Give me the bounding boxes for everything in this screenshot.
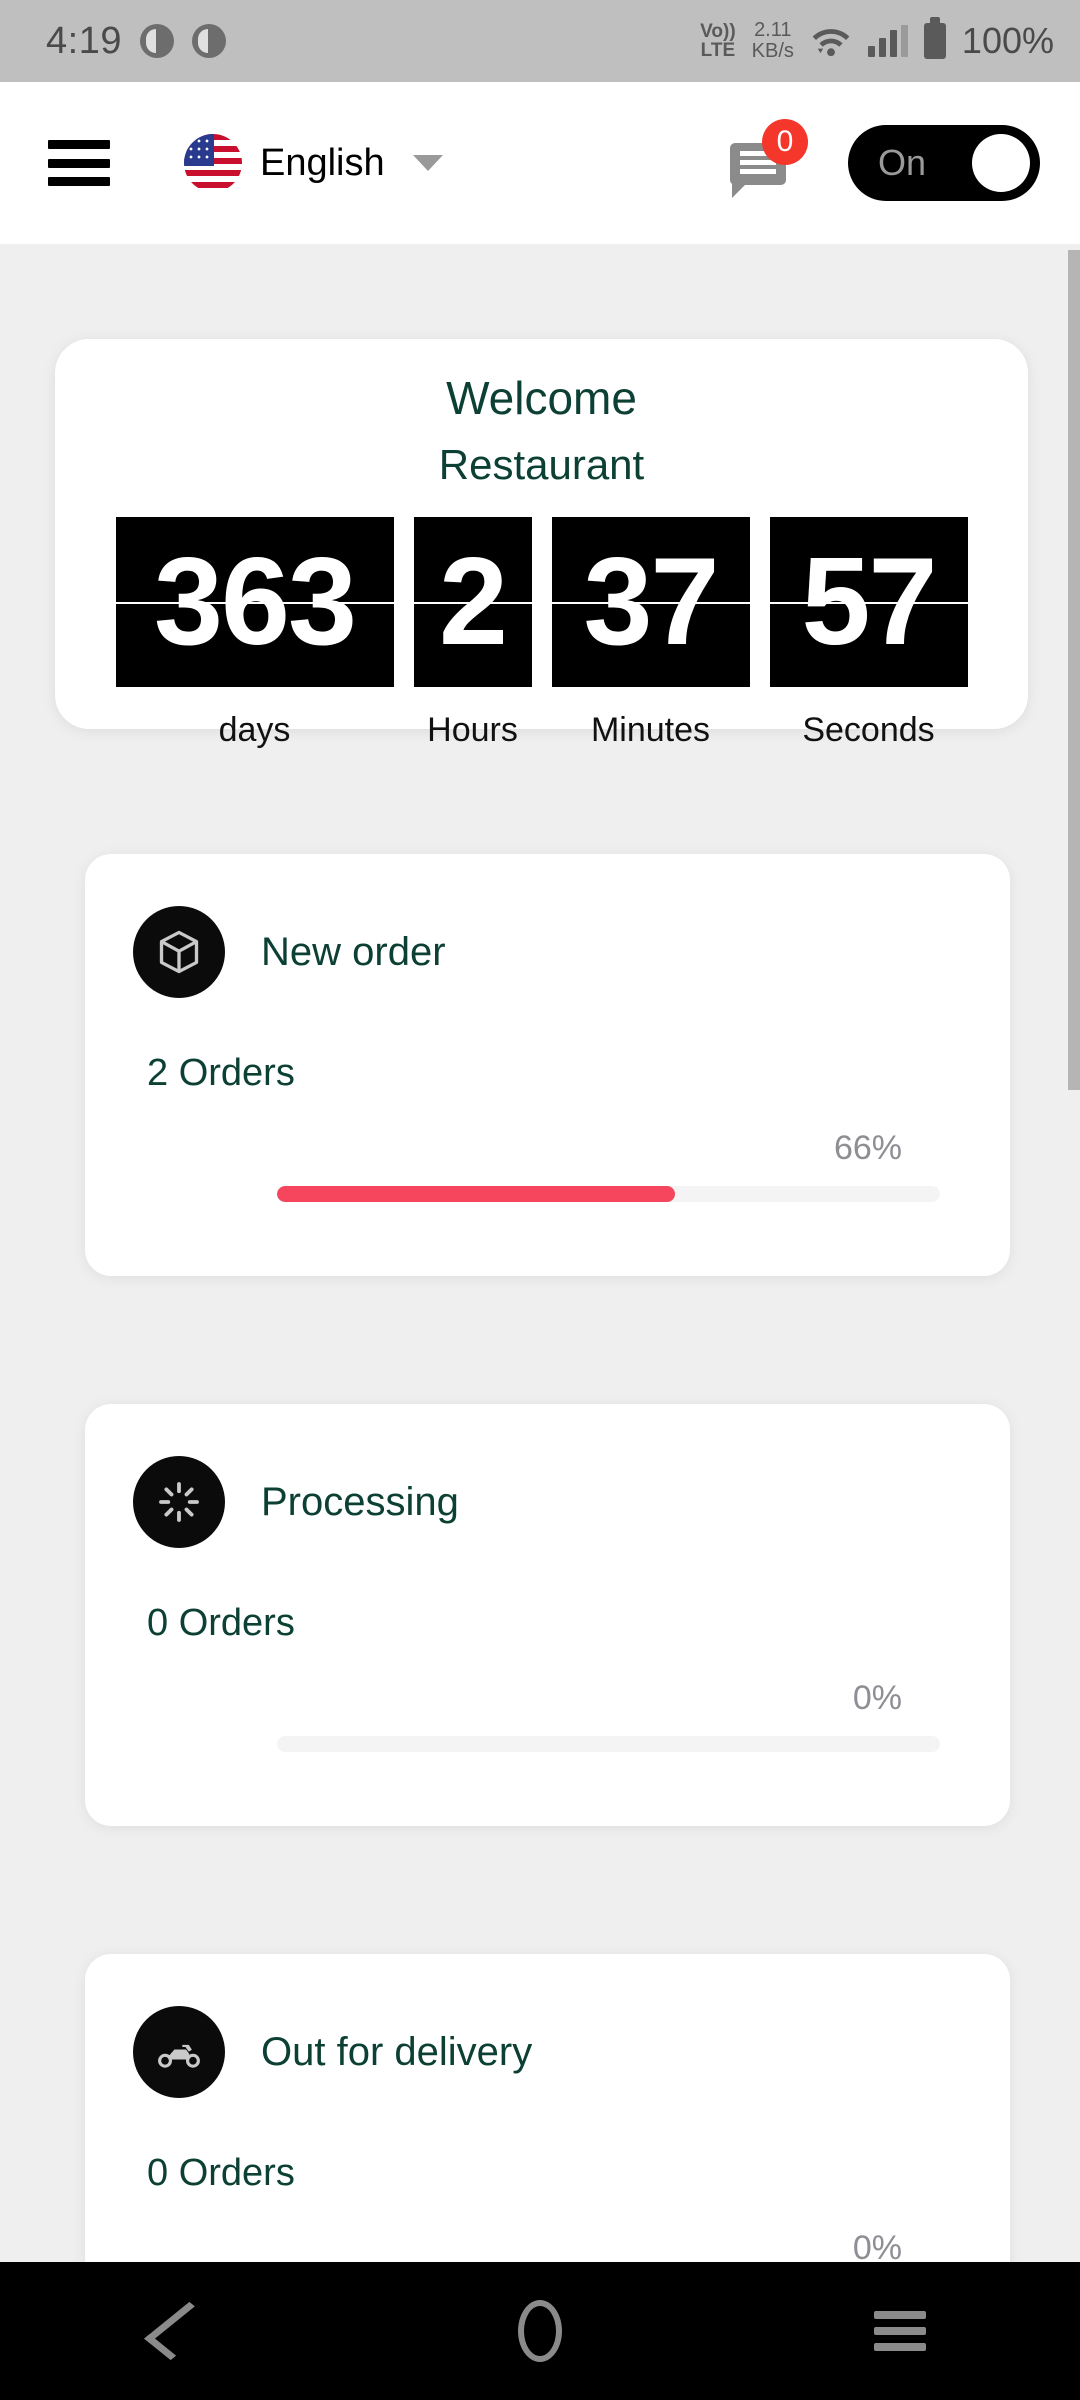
chevron-down-icon	[412, 155, 443, 171]
countdown-label-seconds: Seconds	[802, 711, 935, 749]
volte-bottom-label: LTE	[700, 40, 736, 61]
recents-icon	[874, 2311, 926, 2351]
home-icon	[518, 2300, 562, 2362]
volte-top-label: Vo))	[700, 21, 736, 42]
scrollbar-thumb[interactable]	[1068, 250, 1080, 1090]
hamburger-menu-icon[interactable]	[48, 140, 110, 186]
phone-screen: 4:19 Vo)) LTE 2.11 KB/s 100% English 0 O…	[0, 0, 1080, 2400]
countdown-unit-hours: 2 Hours	[413, 517, 532, 750]
card-title: Processing	[261, 1479, 459, 1524]
language-label: English	[260, 141, 385, 184]
card-progress-track	[277, 1736, 940, 1752]
box-3d-icon	[133, 906, 225, 998]
chat-button[interactable]: 0	[728, 119, 808, 198]
notification-dot-icon-2	[191, 24, 226, 58]
language-selector[interactable]: English	[184, 134, 443, 192]
notification-dot-icon-1	[139, 24, 174, 58]
countdown-value-hours: 2	[439, 533, 508, 671]
subscription-countdown: 363 days 2 Hours 37 Minutes 57 Seconds	[55, 517, 1028, 750]
countdown-label-days: days	[218, 711, 291, 749]
nav-recents-button[interactable]	[720, 2262, 1080, 2400]
card-header: Processing	[85, 1404, 1010, 1548]
back-icon	[144, 2301, 216, 2361]
card-title: New order	[261, 929, 446, 974]
welcome-title: Welcome	[446, 372, 637, 424]
status-bar-right: Vo)) LTE 2.11 KB/s 100%	[700, 17, 1054, 62]
order-status-card-new-order[interactable]: New order 2 Orders 66%	[85, 854, 1010, 1276]
card-title: Out for delivery	[261, 2029, 533, 2074]
status-clock: 4:19	[46, 19, 122, 62]
countdown-label-minutes: Minutes	[590, 711, 711, 749]
countdown-box-hours: 2	[413, 517, 532, 687]
welcome-subtitle: Restaurant	[438, 441, 645, 488]
order-status-card-out-for-delivery[interactable]: Out for delivery 0 Orders 0%	[85, 1954, 1010, 2262]
countdown-unit-minutes: 37 Minutes	[551, 517, 750, 750]
card-progress: 0%	[85, 1679, 1010, 1752]
card-progress-track	[277, 1186, 940, 1202]
header-actions: 0 On	[728, 119, 1040, 201]
countdown-value-days: 363	[154, 533, 357, 671]
countdown-box-days: 363	[115, 517, 394, 687]
spinner-icon	[133, 1456, 225, 1548]
network-speed-value: 2.11	[754, 19, 792, 41]
countdown-box-seconds: 57	[769, 517, 968, 687]
volte-icon: Vo)) LTE	[700, 22, 736, 60]
nav-back-button[interactable]	[0, 2262, 360, 2400]
status-bar-left: 4:19	[46, 20, 226, 63]
card-percent-label: 0%	[852, 2229, 902, 2262]
card-percent-label: 0%	[852, 1679, 902, 1717]
chat-badge-count: 0	[762, 119, 808, 165]
card-percent-label: 66%	[833, 1129, 902, 1167]
countdown-label-hours: Hours	[427, 711, 518, 749]
battery-icon	[923, 17, 946, 59]
countdown-value-seconds: 57	[801, 533, 938, 671]
card-order-count: 0 Orders	[147, 1602, 295, 1644]
nav-home-button[interactable]	[360, 2262, 720, 2400]
card-header: New order	[85, 854, 1010, 998]
motorcycle-icon	[133, 2006, 225, 2098]
system-navigation-bar	[0, 2262, 1080, 2400]
status-bar: 4:19 Vo)) LTE 2.11 KB/s 100%	[0, 0, 1080, 82]
app-header: English 0 On	[0, 82, 1080, 244]
battery-percent-label: 100%	[961, 20, 1054, 61]
cellular-signal-icon	[867, 25, 908, 57]
countdown-box-minutes: 37	[551, 517, 750, 687]
toggle-knob	[972, 134, 1030, 192]
countdown-unit-days: 363 days	[115, 517, 394, 750]
card-order-count: 0 Orders	[147, 2152, 295, 2194]
card-progress-fill	[277, 1186, 675, 1202]
order-status-card-processing[interactable]: Processing 0 Orders 0%	[85, 1404, 1010, 1826]
scrollbar[interactable]	[1068, 244, 1080, 2262]
wifi-icon	[812, 29, 850, 57]
card-progress: 66%	[85, 1129, 1010, 1202]
welcome-countdown-card: Welcome Restaurant 363 days 2 Hours 37 M…	[55, 339, 1028, 749]
us-flag-icon	[184, 134, 242, 192]
store-status-toggle[interactable]: On	[848, 125, 1040, 201]
card-header: Out for delivery	[85, 1954, 1010, 2098]
network-speed-unit: KB/s	[751, 40, 794, 62]
countdown-unit-seconds: 57 Seconds	[769, 517, 968, 750]
card-progress: 0%	[85, 2229, 1010, 2262]
toggle-state-label: On	[878, 142, 927, 183]
card-order-count: 2 Orders	[147, 1052, 295, 1094]
dashboard-scroll-area[interactable]: Welcome Restaurant 363 days 2 Hours 37 M…	[0, 244, 1080, 2262]
network-speed-indicator: 2.11 KB/s	[752, 20, 794, 62]
countdown-value-minutes: 37	[583, 533, 720, 671]
